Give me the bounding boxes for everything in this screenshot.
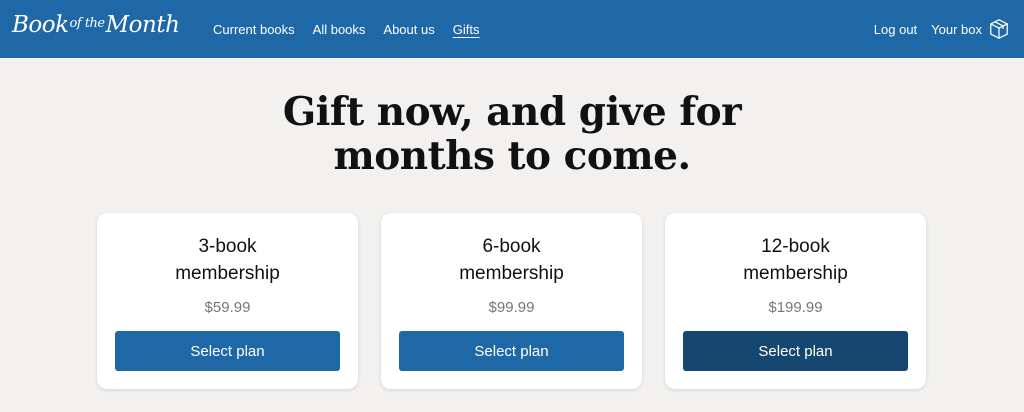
plan-title: 6-book membership [432,233,592,287]
primary-nav: Current books All books About us Gifts [213,0,497,58]
plan-price: $199.99 [768,299,823,316]
plan-price: $59.99 [204,299,251,316]
plan-title-line-1: 6-book [482,236,541,257]
box-icon [988,18,1010,40]
plan-title-line-2: membership [459,263,564,284]
headline-line-1: Gift now, and give for [282,89,742,135]
plan-cards: 3-book membership $59.99 Select plan 6-b… [97,213,926,389]
plan-card-12-book: 12-book membership $199.99 Select plan [665,213,926,389]
logo-text-month: Month [105,12,180,38]
book-of-the-month-logo[interactable]: Bookof theMonth [12,12,180,38]
account-nav: Log out Your box [860,0,1010,58]
top-nav-bar: Bookof theMonth Current books All books … [0,0,1024,58]
logo-text-of-the: of the [69,16,106,31]
headline-line-2: months to come. [333,133,691,179]
your-box-link[interactable]: Your box [931,18,1010,40]
select-plan-button-12-book[interactable]: Select plan [683,331,908,371]
plan-card-3-book: 3-book membership $59.99 Select plan [97,213,358,389]
plan-title-line-2: membership [743,263,848,284]
page-headline: Gift now, and give for months to come. [0,90,1024,178]
your-box-label: Your box [931,21,982,37]
nav-gifts[interactable]: Gifts [453,22,480,37]
plan-title-line-1: 12-book [761,236,830,257]
plan-title: 12-book membership [716,233,876,287]
plan-title-line-1: 3-book [198,236,257,257]
select-plan-button-3-book[interactable]: Select plan [115,331,340,371]
plan-price: $99.99 [488,299,535,316]
logo-text-book: Book [12,12,69,38]
nav-about-us[interactable]: About us [383,22,434,37]
select-plan-button-6-book[interactable]: Select plan [399,331,624,371]
plan-card-6-book: 6-book membership $99.99 Select plan [381,213,642,389]
nav-current-books[interactable]: Current books [213,22,295,37]
log-out-link[interactable]: Log out [874,22,917,37]
plan-title: 3-book membership [148,233,308,287]
nav-all-books[interactable]: All books [313,22,366,37]
plan-title-line-2: membership [175,263,280,284]
